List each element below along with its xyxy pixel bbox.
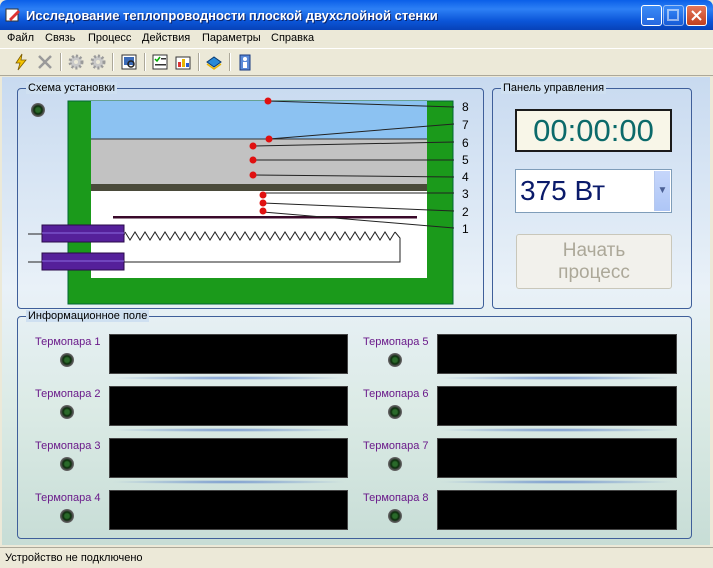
display-glow — [109, 376, 348, 380]
thermocouple-5-indicator — [388, 353, 402, 367]
start-button-line1: Начать — [562, 239, 626, 261]
chevron-down-icon[interactable]: ▼ — [654, 171, 670, 211]
thermocouple-1-label: Термопара 1 — [35, 336, 101, 348]
thermocouple-6-indicator — [388, 405, 402, 419]
thermocouple-point-1 — [259, 207, 267, 215]
thermocouple-4-indicator — [60, 509, 74, 523]
thermocouple-3-indicator — [60, 457, 74, 471]
power-value: 375 Вт — [520, 175, 606, 206]
thermocouple-2-display — [109, 386, 348, 426]
thermocouple-point-5 — [249, 156, 257, 164]
thermocouple-3-display — [109, 438, 348, 478]
thermocouple-2-label: Термопара 2 — [35, 388, 101, 400]
display-glow — [437, 480, 677, 484]
display-glow — [109, 428, 348, 432]
display-glow — [437, 376, 677, 380]
point-label-4: 4 — [462, 170, 469, 184]
heater-plate — [113, 216, 417, 219]
point-label-8: 8 — [462, 100, 469, 114]
thermocouple-8-label: Термопара 8 — [363, 492, 429, 504]
thermocouple-point-7 — [265, 135, 273, 143]
plate-layer — [91, 184, 427, 191]
status-bar: Устройство не подключено — [0, 547, 713, 568]
start-button-line2: процесс — [558, 261, 630, 283]
thermocouple-7-indicator — [388, 457, 402, 471]
thermocouple-5-display — [437, 334, 677, 374]
point-label-6: 6 — [462, 136, 469, 150]
display-glow — [109, 480, 348, 484]
timer-display: 00:00:00 — [515, 109, 672, 152]
thermocouple-5-label: Термопара 5 — [363, 336, 429, 348]
point-label-1: 1 — [462, 222, 469, 236]
display-glow — [437, 428, 677, 432]
point-label-7: 7 — [462, 118, 469, 132]
point-label-3: 3 — [462, 187, 469, 201]
thermocouple-1-indicator — [60, 353, 74, 367]
thermocouple-7-display — [437, 438, 677, 478]
point-label-5: 5 — [462, 153, 469, 167]
thermocouple-1-display — [109, 334, 348, 374]
thermocouple-2-indicator — [60, 405, 74, 419]
thermocouple-6-display — [437, 386, 677, 426]
thermocouple-point-8 — [264, 97, 272, 105]
start-process-button[interactable]: Начать процесс — [516, 234, 672, 289]
status-text: Устройство не подключено — [5, 552, 143, 564]
air-layer — [91, 101, 427, 139]
thermocouple-4-display — [109, 490, 348, 530]
thermocouple-point-6 — [249, 142, 257, 150]
power-select[interactable]: 375 Вт ▼ — [515, 169, 672, 213]
thermocouple-point-2 — [259, 199, 267, 207]
thermocouple-8-display — [437, 490, 677, 530]
thermocouple-6-label: Термопара 6 — [363, 388, 429, 400]
info-panel-label: Информационное поле — [26, 310, 150, 322]
thermocouple-3-label: Термопара 3 — [35, 440, 101, 452]
thermocouple-point-4 — [249, 171, 257, 179]
thermocouple-4-label: Термопара 4 — [35, 492, 101, 504]
point-label-2: 2 — [462, 205, 469, 219]
thermocouple-point-3 — [259, 191, 267, 199]
control-panel-label: Панель управления — [501, 82, 607, 94]
thermocouple-8-indicator — [388, 509, 402, 523]
thermocouple-7-label: Термопара 7 — [363, 440, 429, 452]
